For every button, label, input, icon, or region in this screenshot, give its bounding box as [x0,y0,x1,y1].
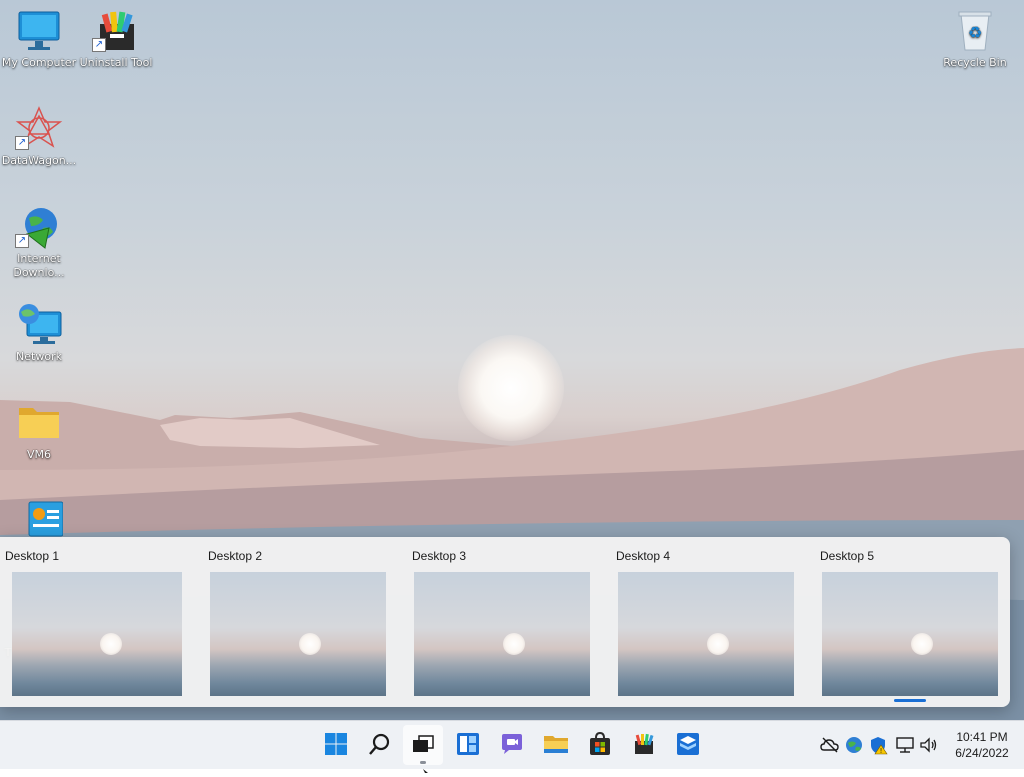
desktop-preview[interactable] [12,572,182,696]
desktop-name: Desktop 3 [412,549,467,563]
search-button[interactable] [360,725,400,765]
desktop-icon-my-computer[interactable]: My Computer [1,8,77,70]
task-view-desktops-panel: Desktop 1 Desktop 2 Desktop 3 Desktop 4 … [0,537,1010,707]
desktop-preview[interactable] [210,572,386,696]
file-explorer-icon [543,732,569,759]
sandbox-icon [676,732,700,759]
widgets-icon [456,732,480,759]
svg-text:♻: ♻ [968,23,982,42]
shortcut-arrow-icon: ↗ [15,136,29,150]
taskbar-clock[interactable]: 10:41 PM 6/24/2022 [944,729,1020,761]
shortcut-arrow-icon: ↗ [15,234,29,248]
chat-button[interactable] [492,725,532,765]
recycle-bin-icon: ♻ [951,8,999,54]
file-explorer-button[interactable] [536,725,576,765]
search-icon [368,732,392,759]
store-icon [588,731,612,759]
uninstall-tool-icon: ↗ [92,8,140,54]
task-view-scroll-indicator[interactable] [894,699,926,702]
network-wired-icon[interactable] [895,735,915,755]
desktop-name: Desktop 5 [820,549,875,563]
desktop-thumbnail-1[interactable]: Desktop 1 [5,537,195,707]
desktop-name: Desktop 2 [208,549,263,563]
microsoft-store-button[interactable] [580,725,620,765]
desktop-name: Desktop 1 [5,549,60,563]
security-warning-icon[interactable]: ! [868,735,888,755]
desktop-icon-label: DataWagon... [1,154,77,167]
desktop-icon-label: Recycle Bin [943,56,1007,69]
volume-icon[interactable] [919,735,939,755]
uninstall-tool-taskbar-button[interactable] [624,725,664,765]
clock-date: 6/24/2022 [955,746,1009,760]
desktop-thumbnail-5[interactable]: Desktop 5 [820,537,1010,707]
desktop-icon-label: My Computer [1,56,77,69]
task-view-icon [411,732,435,759]
folder-icon [15,400,63,446]
network-icon [15,302,63,348]
desktop-preview[interactable] [822,572,998,696]
desktop-icon-label: Network [16,350,62,363]
desktop-preview[interactable] [414,572,590,696]
uninstall-tool-icon [632,732,656,759]
mouse-cursor [423,763,429,777]
clock-time: 10:41 PM [956,730,1008,744]
desktop-icon-vm6[interactable]: VM6 [1,400,77,462]
widgets-button[interactable] [448,725,488,765]
desktop-icon-datawagon[interactable]: ↗ DataWagon... [1,106,77,168]
shortcut-arrow-icon: ↗ [92,38,106,52]
desktop-preview[interactable] [618,572,794,696]
monitor-icon [15,8,63,54]
taskbar: ! 10:41 PM 6/24/2022 [0,720,1024,769]
desktop-icon-label: Uninstall Tool [79,56,153,69]
windows-start-icon [324,732,348,759]
desktop-icon-label: Internet Downlo... [13,252,65,279]
desktop-icon-internet-download-manager[interactable]: ↗ Internet Downlo... [1,204,77,280]
desktop-icon-network[interactable]: Network [1,302,77,364]
start-button[interactable] [316,725,356,765]
svg-text:!: ! [880,747,883,755]
onedrive-offline-icon[interactable] [820,735,840,755]
globe-icon[interactable] [844,735,864,755]
sandbox-button[interactable] [668,725,708,765]
desktop-thumbnail-4[interactable]: Desktop 4 [616,537,806,707]
desktop-thumbnail-3[interactable]: Desktop 3 [412,537,602,707]
internet-download-manager-icon: ↗ [15,204,63,250]
desktop-icon-label: VM6 [26,448,51,461]
desktop-icon-recycle-bin[interactable]: ♻ Recycle Bin [937,8,1013,70]
datawagon-icon: ↗ [15,106,63,152]
teams-chat-icon [500,732,524,759]
task-view-button[interactable] [403,725,443,765]
desktop-icon-uninstall-tool[interactable]: ↗ Uninstall Tool [78,8,154,70]
desktop-thumbnail-2[interactable]: Desktop 2 [208,537,398,707]
desktop-name: Desktop 4 [616,549,671,563]
